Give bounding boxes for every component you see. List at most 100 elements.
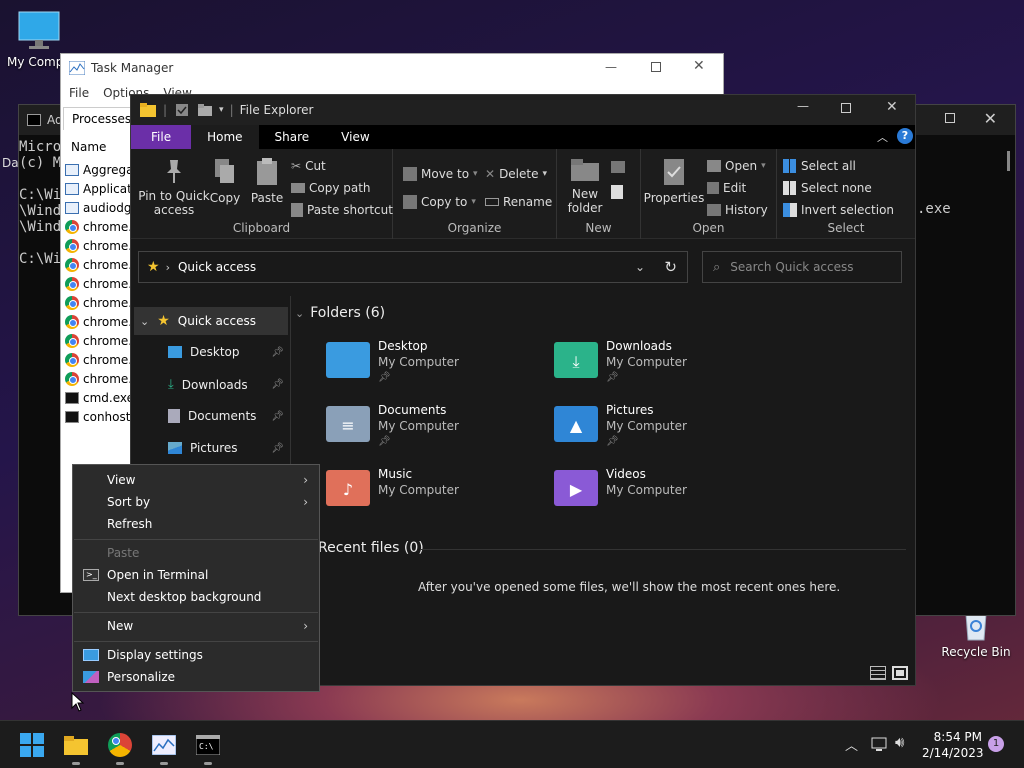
- taskbar-file-explorer[interactable]: [60, 729, 92, 765]
- folder-location: My Computer: [378, 419, 459, 433]
- tm-maximize-button[interactable]: [651, 62, 661, 72]
- pin-icon: 📌︎: [271, 346, 284, 358]
- folder-text: Documents My Computer 📌︎: [378, 402, 459, 450]
- invert-selection-button[interactable]: Invert selection: [783, 203, 894, 217]
- large-icons-view-icon[interactable]: [892, 666, 908, 680]
- menu-item-display-settings[interactable]: Display settings: [74, 644, 318, 666]
- explorer-close-button[interactable]: ✕: [886, 99, 898, 115]
- notification-badge[interactable]: 1: [988, 736, 1004, 752]
- nav-quick-access[interactable]: ⌄ ★ Quick access: [134, 307, 288, 335]
- tm-menu-file[interactable]: File: [69, 86, 89, 100]
- cut-button[interactable]: ✂ Cut: [291, 159, 326, 173]
- taskbar-chrome[interactable]: [104, 729, 136, 765]
- copy-to-button[interactable]: Copy to ▾: [403, 195, 476, 209]
- move-to-button[interactable]: Move to ▾: [403, 167, 478, 181]
- new-folder-quick-icon[interactable]: [197, 103, 213, 117]
- menu-item-personalize[interactable]: Personalize: [74, 666, 318, 688]
- folders-header[interactable]: ⌄ Folders (6): [295, 305, 385, 321]
- app-icon: [65, 201, 79, 214]
- taskbar-task-manager[interactable]: [148, 729, 180, 765]
- folder-tile[interactable]: Desktop My Computer 📌︎: [326, 338, 459, 386]
- explorer-minimize-button[interactable]: —: [797, 99, 809, 113]
- star-icon: ★: [157, 313, 170, 329]
- address-dropdown-icon[interactable]: ⌄: [635, 260, 645, 274]
- nav-pictures[interactable]: Pictures 📌︎: [168, 441, 286, 455]
- nav-downloads[interactable]: ⤓ Downloads 📌︎: [168, 377, 286, 392]
- dropdown-arrow-icon: ▾: [542, 169, 548, 179]
- copy-icon: [215, 159, 234, 183]
- recent-files-header[interactable]: Recent files (0): [318, 540, 424, 556]
- clock-date: 2/14/2023: [922, 746, 984, 760]
- cmd-scrollbar[interactable]: [1007, 151, 1010, 171]
- help-icon[interactable]: ?: [897, 128, 913, 144]
- nav-desktop[interactable]: Desktop 📌︎: [168, 345, 286, 359]
- paste-shortcut-button[interactable]: Paste shortcut: [291, 203, 393, 217]
- clock[interactable]: 8:54 PM 2/14/2023: [922, 729, 984, 761]
- svg-text:C:\: C:\: [199, 742, 214, 751]
- copy-button[interactable]: Copy: [210, 157, 240, 205]
- pin-icon: 📌︎: [378, 372, 391, 383]
- menu-item-paste[interactable]: Paste: [74, 542, 318, 564]
- collapse-ribbon-icon[interactable]: ︿: [877, 129, 888, 145]
- checkbox-icon[interactable]: [175, 103, 189, 117]
- task-manager-title-bar[interactable]: Task Manager — ✕: [61, 54, 723, 82]
- menu-item-new[interactable]: New ›: [74, 615, 318, 637]
- explorer-title-bar[interactable]: | ▾ | File Explorer — ✕: [131, 95, 915, 125]
- show-hidden-icons-chevron-icon[interactable]: ︿: [845, 735, 858, 754]
- tab-home[interactable]: Home: [191, 125, 259, 149]
- open-button[interactable]: Open ▾: [707, 159, 766, 173]
- folder-tile[interactable]: ▶ Videos My Computer: [554, 466, 687, 506]
- search-box[interactable]: ⌕ Search Quick access: [702, 251, 902, 283]
- history-button[interactable]: History: [707, 203, 768, 217]
- edit-button[interactable]: Edit: [707, 181, 746, 195]
- tm-minimize-button[interactable]: —: [605, 60, 617, 74]
- menu-item-next-desktop-background[interactable]: Next desktop background: [74, 586, 318, 608]
- cmd-close-button[interactable]: ✕: [984, 109, 997, 128]
- folder-tile[interactable]: ⤓ Downloads My Computer 📌︎: [554, 338, 687, 386]
- folder-tile[interactable]: ≡ Documents My Computer 📌︎: [326, 402, 459, 450]
- explorer-maximize-button[interactable]: [841, 103, 851, 113]
- dropdown-arrow-icon: ▾: [473, 169, 478, 179]
- ribbon-home: Pin to Quick access Copy Paste ✂ Cut Cop…: [131, 149, 915, 239]
- pin-icon: 📌︎: [606, 372, 619, 383]
- search-input[interactable]: Search Quick access: [730, 260, 853, 274]
- select-all-button[interactable]: Select all: [783, 159, 856, 173]
- address-bar[interactable]: ★ › Quick access ⌄ ↻: [138, 251, 688, 283]
- cmd-maximize-button[interactable]: [945, 113, 955, 123]
- menu-item-refresh[interactable]: Refresh: [74, 513, 318, 535]
- tab-share[interactable]: Share: [259, 125, 326, 149]
- nav-documents[interactable]: Documents 📌︎: [168, 409, 286, 423]
- details-view-icon[interactable]: [870, 666, 886, 680]
- volume-icon[interactable]: 🔊︎: [895, 733, 904, 751]
- folder-tile[interactable]: ▲ Pictures My Computer 📌︎: [554, 402, 687, 450]
- quick-access-toolbar-dropdown-icon[interactable]: ▾: [219, 105, 224, 115]
- new-folder-button[interactable]: New folder: [563, 157, 607, 215]
- open-label: Open: [725, 159, 758, 173]
- recent-files-divider: [420, 549, 906, 550]
- tm-close-button[interactable]: ✕: [693, 58, 705, 74]
- tab-file[interactable]: File: [131, 125, 192, 149]
- tab-view[interactable]: View: [325, 125, 385, 149]
- tab-processes[interactable]: Processes: [63, 107, 141, 130]
- copy-path-button[interactable]: Copy path: [291, 181, 371, 195]
- breadcrumb[interactable]: Quick access: [178, 260, 256, 274]
- menu-label: Paste: [107, 546, 140, 560]
- network-icon[interactable]: [871, 736, 889, 752]
- menu-item-view[interactable]: View ›: [74, 469, 318, 491]
- running-indicator: [116, 762, 124, 765]
- delete-button[interactable]: ✕ Delete ▾: [485, 167, 547, 181]
- new-item-icon[interactable]: [611, 161, 625, 173]
- pin-to-quick-access-button[interactable]: Pin to Quick access: [137, 157, 211, 217]
- start-button[interactable]: [16, 729, 48, 761]
- menu-item-sort-by[interactable]: Sort by ›: [74, 491, 318, 513]
- edit-label: Edit: [723, 181, 747, 195]
- folder-tile[interactable]: ♪ Music My Computer: [326, 466, 459, 506]
- properties-button[interactable]: Properties: [644, 157, 704, 205]
- paste-button[interactable]: Paste: [251, 157, 283, 205]
- taskbar-command-prompt[interactable]: C:\: [192, 729, 224, 765]
- select-none-button[interactable]: Select none: [783, 181, 872, 195]
- refresh-icon[interactable]: ↻: [664, 258, 677, 276]
- rename-button[interactable]: Rename: [485, 195, 552, 209]
- menu-item-open-in-terminal[interactable]: >_ Open in Terminal: [74, 564, 318, 586]
- easy-access-icon[interactable]: [611, 185, 623, 199]
